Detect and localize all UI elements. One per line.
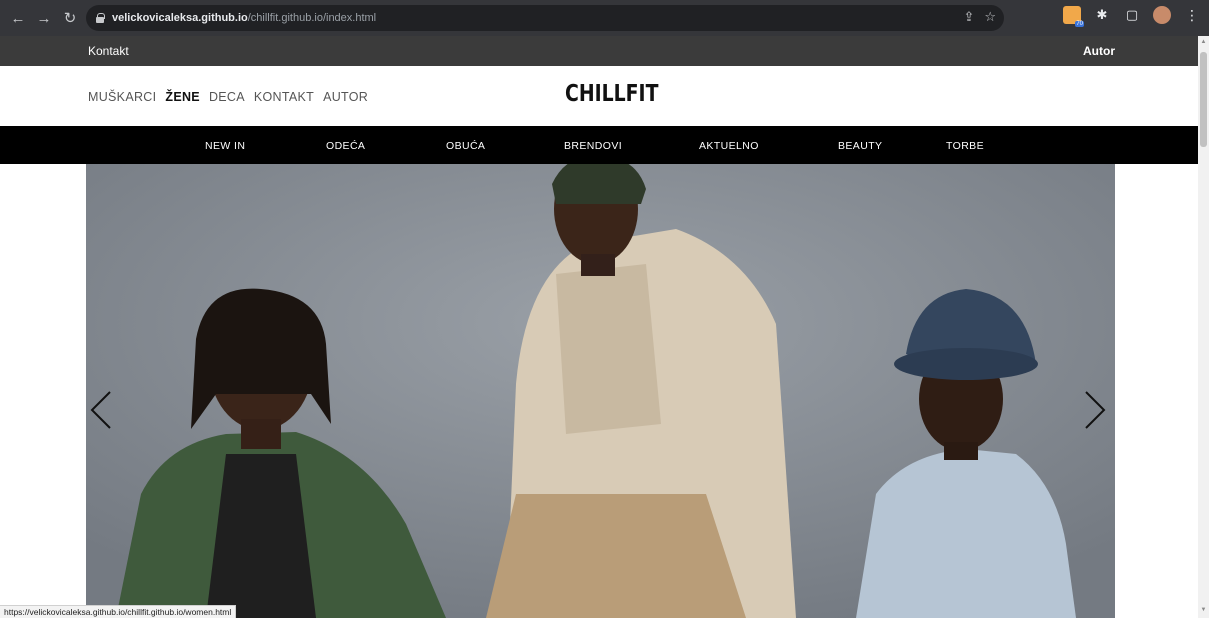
scroll-thumb[interactable]	[1200, 52, 1207, 147]
nav-muskarci[interactable]: MUŠKARCI	[88, 90, 156, 104]
category-nav: NEW IN ODEĆA OBUĆA BRENDOVI AKTUELNO BEA…	[0, 126, 1198, 164]
profile-avatar-icon[interactable]	[1153, 6, 1171, 24]
feed-badge: 70	[1075, 21, 1084, 27]
chevron-right-icon	[1085, 391, 1106, 429]
address-bar[interactable]: velickovicaleksa.github.io/chillfit.gith…	[86, 5, 1004, 31]
feed-extension-icon[interactable]: 70	[1063, 6, 1084, 27]
url-host: velickovicaleksa.github.io	[112, 12, 248, 24]
reload-icon[interactable]: ↻	[58, 6, 82, 30]
carousel-next-button[interactable]	[1084, 390, 1114, 434]
gender-nav: MUŠKARCI ŽENE DECA KONTAKT AUTOR	[88, 90, 377, 104]
topbar-autor-link[interactable]: Autor	[1083, 44, 1115, 58]
nav-autor[interactable]: AUTOR	[323, 90, 368, 104]
category-brendovi[interactable]: BRENDOVI	[564, 140, 622, 152]
chevron-left-icon	[90, 391, 111, 429]
category-aktuelno[interactable]: AKTUELNO	[699, 140, 759, 152]
site-logo[interactable]: CHILLFIT	[565, 81, 658, 107]
scroll-up-arrow-icon[interactable]: ▲	[1200, 39, 1207, 47]
link-status-bar: https://velickovicaleksa.github.io/chill…	[0, 605, 237, 618]
hero-photo	[86, 164, 1115, 618]
side-panel-icon[interactable]: ▢	[1123, 6, 1141, 24]
category-torbe[interactable]: TORBE	[946, 140, 984, 152]
nav-zene[interactable]: ŽENE	[165, 90, 200, 104]
share-icon[interactable]: ⇪	[963, 9, 974, 25]
url-path: /chillfit.github.io/index.html	[247, 12, 377, 24]
carousel-prev-button[interactable]	[90, 390, 120, 434]
category-new-in[interactable]: NEW IN	[205, 140, 245, 152]
bookmark-star-icon[interactable]: ☆	[984, 9, 996, 25]
browser-toolbar: ← → ↻ velickovicaleksa.github.io/chillfi…	[0, 0, 1209, 36]
forward-arrow-icon[interactable]: →	[32, 6, 56, 30]
site-top-bar: Kontakt Autor	[0, 36, 1198, 66]
page-scrollbar[interactable]: ▲ ▼	[1198, 36, 1209, 618]
kebab-menu-icon[interactable]: ⋮	[1183, 6, 1201, 24]
site-header: MUŠKARCI ŽENE DECA KONTAKT AUTOR CHILLFI…	[0, 66, 1198, 126]
back-arrow-icon[interactable]: ←	[6, 6, 30, 30]
category-obuca[interactable]: OBUĆA	[446, 140, 485, 152]
scroll-down-arrow-icon[interactable]: ▼	[1200, 607, 1207, 615]
category-beauty[interactable]: BEAUTY	[838, 140, 882, 152]
nav-kontakt[interactable]: KONTAKT	[254, 90, 314, 104]
category-odeca[interactable]: ODEĆA	[326, 140, 365, 152]
topbar-kontakt-link[interactable]: Kontakt	[88, 44, 129, 58]
extensions-puzzle-icon[interactable]: ✱	[1093, 6, 1111, 24]
nav-deca[interactable]: DECA	[209, 90, 245, 104]
hero-carousel	[86, 164, 1115, 618]
lock-icon	[96, 13, 105, 23]
